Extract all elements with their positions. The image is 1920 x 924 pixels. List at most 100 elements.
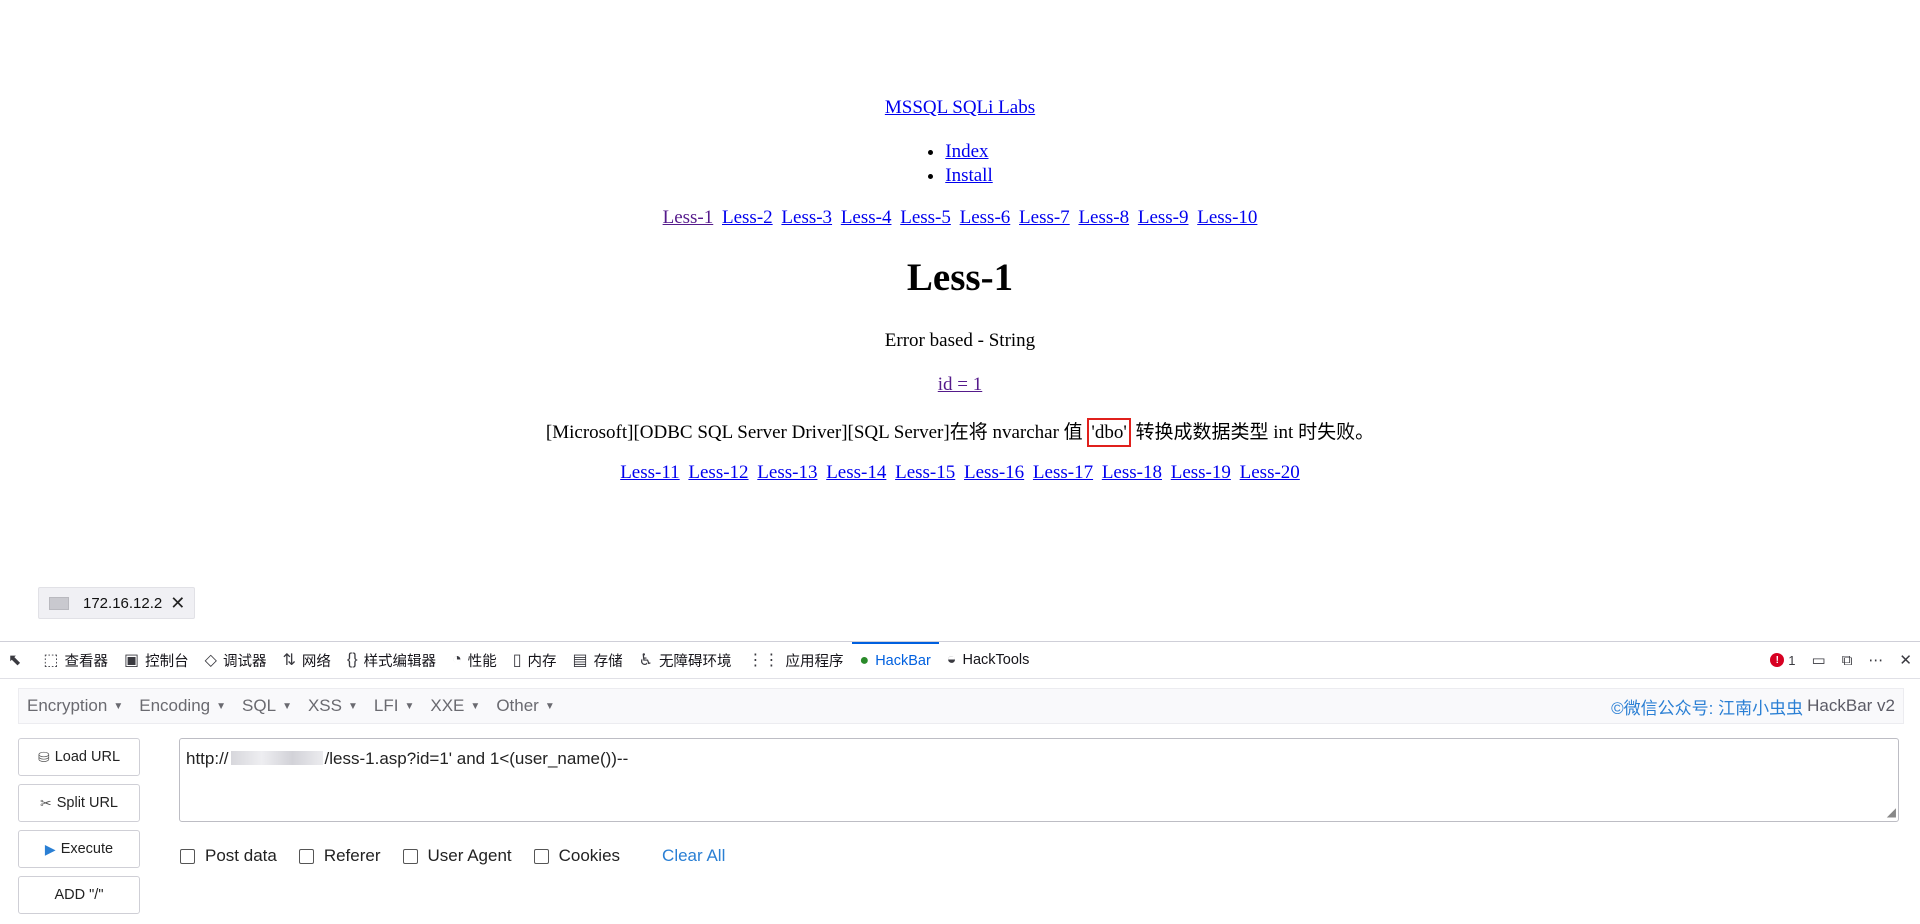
broken-image-icon (49, 596, 69, 610)
tab-label: 性能 (467, 653, 497, 670)
nav-link-install[interactable]: Install (945, 165, 993, 186)
lesson-link-2[interactable]: Less-2 (722, 207, 773, 228)
tab-hacktools[interactable]: ◒ HackTools (939, 642, 1038, 678)
load-url-button[interactable]: ⛁ Load URL (18, 738, 140, 776)
error-text-after: 转换成数据类型 int 时失败。 (1130, 422, 1375, 443)
menu-encryption[interactable]: Encryption ▼ (19, 696, 131, 716)
tab-application[interactable]: ⋮⋮ 应用程序 (740, 642, 852, 678)
nav-link-index[interactable]: Index (945, 141, 988, 162)
memory-chip-icon: ▯ (512, 652, 522, 669)
lesson-link-20[interactable]: Less-20 (1240, 462, 1300, 483)
menu-label: Encryption (27, 696, 108, 715)
caret-down-icon: ▼ (348, 700, 358, 712)
page-heading: Less-1 (906, 256, 1014, 299)
url-textarea[interactable]: http:// /less-1.asp?id=1' and 1<(user_nam… (179, 738, 1899, 822)
menu-label: XSS (307, 696, 342, 715)
caret-down-icon: ▼ (470, 700, 481, 712)
error-count-badge[interactable]: ! 1 (1770, 653, 1796, 668)
lesson-link-17[interactable]: Less-17 (1033, 462, 1093, 483)
play-icon: ▶ (44, 840, 56, 857)
error-highlight: 'dbo' (1087, 418, 1131, 447)
close-icon[interactable]: ✕ (170, 593, 185, 614)
storage-icon: ▤ (572, 652, 588, 669)
status-tooltip: 172.16.12.2 ✕ (38, 587, 195, 619)
clear-all-link[interactable]: Clear All (662, 846, 725, 866)
tab-storage[interactable]: ▤ 存储 (565, 642, 631, 678)
lesson-link-13[interactable]: Less-13 (757, 462, 817, 483)
tab-label: 应用程序 (785, 653, 844, 670)
menu-lfi[interactable]: LFI ▼ (366, 696, 422, 716)
checkbox-box[interactable] (298, 848, 314, 864)
tab-inspector[interactable]: ⬚ 查看器 (35, 642, 116, 678)
page-subtitle: Error based - String (884, 330, 1036, 351)
resize-grip-icon[interactable]: ◢ (1887, 805, 1896, 819)
tab-label: 内存 (527, 653, 557, 670)
element-picker-button[interactable]: ⬉ (0, 642, 35, 678)
lesson-link-12[interactable]: Less-12 (688, 462, 748, 483)
hackbar-icon: ● (859, 652, 870, 669)
lesson-link-11[interactable]: Less-11 (620, 462, 679, 483)
menu-sql[interactable]: SQL ▼ (234, 696, 300, 716)
close-devtools-icon[interactable]: ✕ (1899, 651, 1912, 669)
site-title-link[interactable]: MSSQL SQLi Labs (885, 97, 1035, 118)
lesson-link-18[interactable]: Less-18 (1102, 462, 1162, 483)
lesson-link-5[interactable]: Less-5 (900, 207, 951, 228)
checkbox-user-agent[interactable]: User Agent (402, 846, 512, 866)
split-console-icon[interactable]: ▭ (1812, 651, 1826, 669)
lesson-link-8[interactable]: Less-8 (1078, 207, 1129, 228)
tab-label: HackBar (875, 653, 931, 669)
lessons-row-top: Less-1 Less-2 Less-3 Less-4 Less-5 Less-… (0, 207, 1920, 229)
tab-hackbar[interactable]: ● HackBar (851, 642, 939, 678)
tab-label: 样式编辑器 (363, 653, 437, 670)
tab-network[interactable]: ⇅ 网络 (274, 642, 338, 678)
id-link[interactable]: id = 1 (938, 374, 983, 395)
redacted-host (230, 751, 323, 765)
lesson-link-4[interactable]: Less-4 (841, 207, 892, 228)
lesson-link-9[interactable]: Less-9 (1138, 207, 1189, 228)
lesson-link-3[interactable]: Less-3 (781, 207, 832, 228)
lesson-link-19[interactable]: Less-19 (1171, 462, 1231, 483)
execute-button[interactable]: ▶ Execute (18, 830, 140, 868)
split-url-button[interactable]: ✂ Split URL (18, 784, 140, 822)
caret-down-icon: ▼ (113, 700, 124, 712)
tab-style-editor[interactable]: {} 样式编辑器 (339, 642, 444, 678)
checkbox-cookies[interactable]: Cookies (533, 846, 620, 866)
lesson-link-1[interactable]: Less-1 (663, 207, 714, 228)
checkbox-box[interactable] (533, 848, 549, 864)
checkbox-box[interactable] (180, 848, 195, 864)
menu-label: LFI (373, 696, 399, 715)
tab-debugger[interactable]: ◇ 调试器 (197, 642, 275, 678)
menu-label: Encoding (139, 696, 211, 715)
lesson-link-15[interactable]: Less-15 (895, 462, 955, 483)
inspector-icon: ⬚ (43, 652, 59, 669)
lesson-link-6[interactable]: Less-6 (960, 207, 1011, 228)
devtools-tab-bar: ⬉ ⬚ 查看器 ▣ 控制台 ◇ 调试器 ⇅ 网络 {} 样式编辑器 ◔ 性能 ▯ 内存 ▤ 存储… (0, 642, 1920, 679)
error-icon: ! (1770, 653, 1785, 667)
add-slash-button[interactable]: ADD "/" (18, 876, 140, 914)
menu-encoding[interactable]: Encoding ▼ (131, 696, 234, 716)
tab-console[interactable]: ▣ 控制台 (116, 642, 197, 678)
more-options-icon[interactable]: ⋯ (1868, 651, 1883, 669)
menu-xxe[interactable]: XXE ▼ (422, 696, 488, 716)
brand-version: HackBar v2 (1807, 696, 1895, 715)
button-label: Load URL (54, 749, 121, 765)
lesson-link-7[interactable]: Less-7 (1019, 207, 1070, 228)
page-content: MSSQL SQLi Labs Index Install Less-1 Les… (0, 0, 1920, 640)
tab-label: 调试器 (222, 653, 267, 670)
devtools-toolbar-right: ! 1 ▭ ⧉ ⋯ ✕ (1770, 642, 1912, 678)
dock-side-icon[interactable]: ⧉ (1842, 652, 1853, 669)
tab-label: 存储 (593, 653, 623, 670)
menu-other[interactable]: Other ▼ (488, 696, 562, 716)
lesson-link-16[interactable]: Less-16 (964, 462, 1024, 483)
tab-memory[interactable]: ▯ 内存 (505, 642, 565, 678)
tab-accessibility[interactable]: ♿ 无障碍环境 (631, 642, 740, 678)
devtools-panel: ⬉ ⬚ 查看器 ▣ 控制台 ◇ 调试器 ⇅ 网络 {} 样式编辑器 ◔ 性能 ▯ 内存 ▤ 存储… (0, 641, 1920, 924)
checkbox-box[interactable] (402, 848, 418, 864)
checkbox-referer[interactable]: Referer (298, 846, 381, 866)
lesson-link-10[interactable]: Less-10 (1197, 207, 1257, 228)
hackbar-menu: Encryption ▼ Encoding ▼ SQL ▼ XSS ▼ LFI ▼ XXE… (18, 688, 1904, 724)
lesson-link-14[interactable]: Less-14 (826, 462, 886, 483)
menu-xss[interactable]: XSS ▼ (300, 696, 366, 716)
checkbox-post-data[interactable]: Post data (180, 846, 277, 866)
tab-performance[interactable]: ◔ 性能 (444, 642, 505, 678)
